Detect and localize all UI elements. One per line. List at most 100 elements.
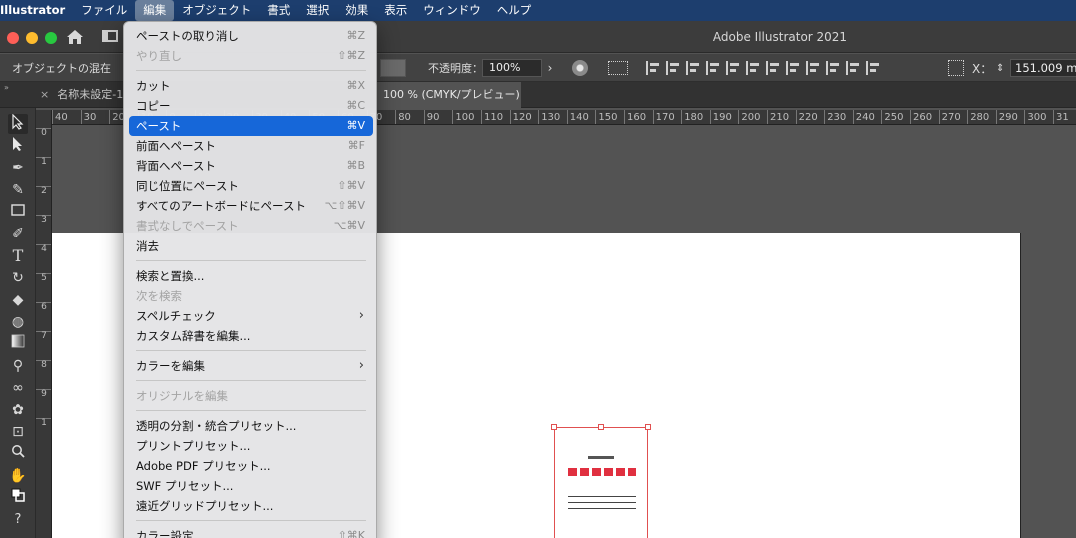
type-tool-icon[interactable]: T: [8, 246, 28, 266]
edit-menu-item[interactable]: コピー ⌘C: [129, 96, 373, 116]
resize-handle[interactable]: [645, 424, 651, 430]
ruler-tick-label: 100: [452, 110, 474, 124]
eyedropper-tool-icon[interactable]: ⚲: [8, 356, 28, 376]
rectangle-tool-icon[interactable]: [8, 202, 28, 222]
x-input[interactable]: 151.009 m: [1010, 59, 1076, 77]
distribute-left-icon[interactable]: [826, 61, 840, 75]
tab-document-2[interactable]: 100 % (CMYK/プレビュー): [377, 82, 521, 108]
align-vcenter-icon[interactable]: [726, 61, 740, 75]
ruler-tick-label: 160: [624, 110, 646, 124]
artwork-red-pattern: [568, 468, 636, 476]
ruler-tick-label: 8: [36, 360, 51, 370]
align-left-icon[interactable]: [646, 61, 660, 75]
edit-menu-item[interactable]: カラーを編集 ›: [129, 356, 373, 376]
zoom-tool-icon[interactable]: [8, 444, 28, 464]
menu-item-label: 背面へペースト: [136, 159, 216, 173]
edit-menu-item[interactable]: 同じ位置にペースト ⇧⌘V: [129, 176, 373, 196]
distribute-right-icon[interactable]: [866, 61, 880, 75]
menu-help[interactable]: ヘルプ: [489, 0, 540, 21]
menu-separator: [136, 520, 366, 521]
app-menu[interactable]: Illustrator: [0, 0, 73, 21]
menu-item-label: 透明の分割・統合プリセット...: [136, 419, 297, 433]
menu-view[interactable]: 表示: [376, 0, 415, 21]
distribute-top-icon[interactable]: [766, 61, 780, 75]
edit-menu-item[interactable]: ペースト ⌘V: [129, 116, 373, 136]
opacity-input[interactable]: 100%: [482, 59, 542, 77]
edit-menu-item[interactable]: プリントプリセット...: [129, 436, 373, 456]
fill-stroke-icon[interactable]: [8, 488, 28, 508]
recolor-icon[interactable]: [572, 60, 588, 76]
hand-tool-icon[interactable]: ✋: [8, 466, 28, 486]
direct-selection-tool-icon[interactable]: [8, 136, 28, 156]
edit-menu-item[interactable]: 検索と置換...: [129, 266, 373, 286]
artwork-table-line: [568, 508, 636, 509]
eraser-tool-icon[interactable]: ◆: [8, 290, 28, 310]
edit-menu-item[interactable]: すべてのアートボードにペースト ⌥⇧⌘V: [129, 196, 373, 216]
edit-menu-item[interactable]: カラー設定... ⇧⌘K: [129, 526, 373, 538]
rotate-tool-icon[interactable]: ↻: [8, 268, 28, 288]
menu-item-label: すべてのアートボードにペースト: [136, 199, 306, 213]
edit-menu-item[interactable]: Adobe PDF プリセット...: [129, 456, 373, 476]
menu-item-shortcut: ⌘C: [346, 99, 365, 112]
edit-menu-item[interactable]: 消去: [129, 236, 373, 256]
distribute-bottom-icon[interactable]: [806, 61, 820, 75]
tab-close-icon[interactable]: ×: [40, 88, 49, 101]
align-right-icon[interactable]: [686, 61, 700, 75]
window-minimize-button[interactable]: [26, 32, 38, 44]
selection-tool-icon[interactable]: [8, 113, 28, 134]
pen-tool-icon[interactable]: ✒: [8, 158, 28, 178]
symbol-sprayer-tool-icon[interactable]: ✿: [8, 400, 28, 420]
align-to-icon[interactable]: [608, 61, 628, 75]
curvature-tool-icon[interactable]: ✎: [8, 180, 28, 200]
edit-menu-item[interactable]: カスタム辞書を編集...: [129, 326, 373, 346]
pasted-artwork[interactable]: [551, 424, 651, 538]
panel-collapse-icon[interactable]: »: [4, 83, 9, 92]
align-top-icon[interactable]: [706, 61, 720, 75]
menu-object[interactable]: オブジェクト: [174, 0, 259, 21]
opacity-arrow-icon[interactable]: ›: [540, 54, 560, 82]
resize-handle[interactable]: [598, 424, 604, 430]
tools-panel: ✒ ✎ ✐ T ↻ ◆ ◍ ⚲ ∞ ✿ ⊡ ✋ ?: [0, 108, 36, 538]
edit-menu-item[interactable]: ペーストの取り消し ⌘Z: [129, 26, 373, 46]
align-bottom-icon[interactable]: [746, 61, 760, 75]
reference-point-icon[interactable]: [948, 60, 964, 76]
shape-builder-tool-icon[interactable]: ◍: [8, 312, 28, 332]
align-hcenter-icon[interactable]: [666, 61, 680, 75]
style-swatch[interactable]: [380, 59, 406, 77]
window-zoom-button[interactable]: [45, 32, 57, 44]
artwork-table-line: [568, 496, 636, 497]
help-icon[interactable]: ?: [8, 510, 28, 530]
edit-menu-item[interactable]: 背面へペースト ⌘B: [129, 156, 373, 176]
menu-select[interactable]: 選択: [298, 0, 337, 21]
home-icon[interactable]: [66, 29, 84, 45]
blend-tool-icon[interactable]: ∞: [8, 378, 28, 398]
window-close-button[interactable]: [7, 32, 19, 44]
x-stepper-icon[interactable]: ⇕: [996, 54, 1004, 82]
edit-menu-item[interactable]: 遠近グリッドプリセット...: [129, 496, 373, 516]
menu-type[interactable]: 書式: [259, 0, 298, 21]
ruler-tick-label: 280: [967, 110, 989, 124]
menu-file[interactable]: ファイル: [73, 0, 135, 21]
edit-menu-item[interactable]: 透明の分割・統合プリセット...: [129, 416, 373, 436]
paintbrush-tool-icon[interactable]: ✐: [8, 224, 28, 244]
edit-menu-item[interactable]: カット ⌘X: [129, 76, 373, 96]
ruler-tick-label: 140: [566, 110, 589, 124]
edit-menu-item[interactable]: 前面へペースト ⌘F: [129, 136, 373, 156]
edit-menu-item[interactable]: スペルチェック ›: [129, 306, 373, 326]
vertical-ruler[interactable]: 0 1 2 3 4 5 6 7 8 9 1: [36, 110, 52, 538]
tab-document-1[interactable]: × 名称未設定-1: [40, 82, 124, 108]
gradient-tool-icon[interactable]: [8, 334, 28, 354]
edit-menu-item[interactable]: SWF プリセット...: [129, 476, 373, 496]
menu-item-label: コピー: [136, 99, 171, 113]
menu-effect[interactable]: 効果: [337, 0, 376, 21]
distribute-vcenter-icon[interactable]: [786, 61, 800, 75]
artboard-tool-icon[interactable]: ⊡: [8, 422, 28, 442]
distribute-hcenter-icon[interactable]: [846, 61, 860, 75]
ruler-tick-label: 7: [36, 331, 51, 341]
resize-handle[interactable]: [551, 424, 557, 430]
workspace-layout-icon[interactable]: [102, 30, 118, 42]
menu-item-label: 検索と置換...: [136, 269, 205, 283]
menu-window[interactable]: ウィンドウ: [415, 0, 489, 21]
tab-label: 名称未設定-1: [57, 88, 124, 101]
menu-edit[interactable]: 編集: [135, 0, 175, 21]
